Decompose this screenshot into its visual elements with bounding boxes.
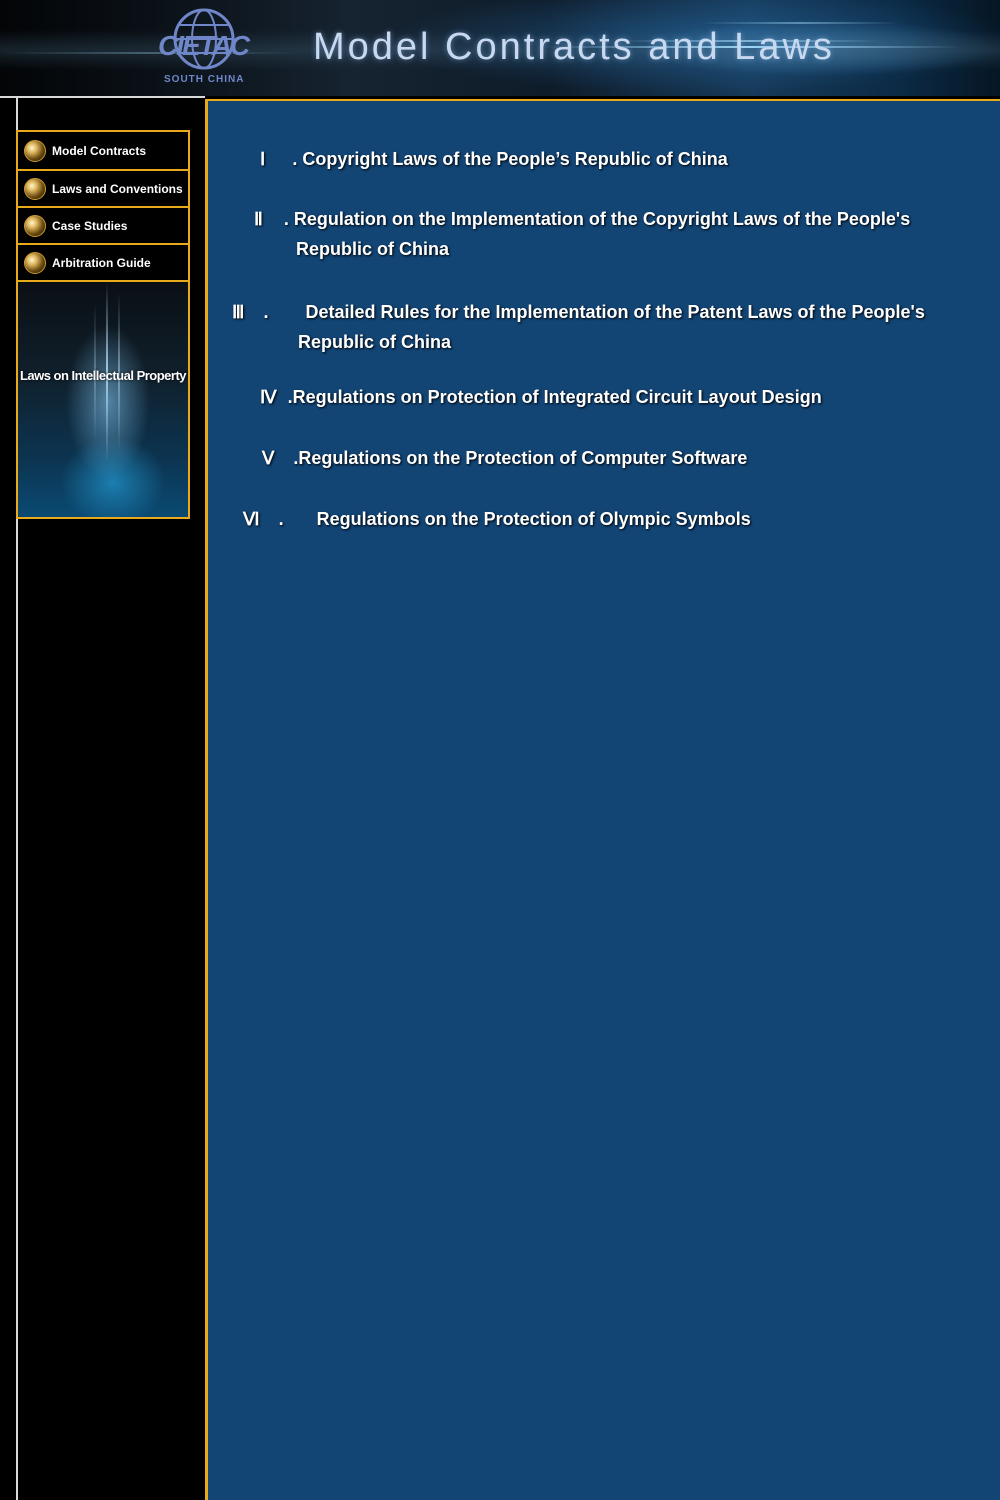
sidebar-item-label: Model Contracts [52,143,147,158]
law-separator: . [292,149,298,169]
light-streak [700,22,900,24]
law-separator: . [283,209,289,229]
law-link-copyright-implementation[interactable]: Ⅱ . Regulation on the Implementation of … [254,204,910,264]
law-number: Ⅳ [260,387,277,407]
logo-text: CIETAC [158,30,250,61]
law-link-copyright-laws[interactable]: Ⅰ . Copyright Laws of the People’s Repub… [260,144,728,174]
bullet-ball-icon [24,214,46,237]
sidebar-top-rule [0,96,205,98]
site-header: CIETAC SOUTH CHINA Model Contracts and L… [0,0,1000,96]
sidebar-item-laws-and-conventions[interactable]: Laws and Conventions [18,171,188,208]
sidebar-item-arbitration-guide[interactable]: Arbitration Guide [18,245,188,282]
content-panel: Ⅰ . Copyright Laws of the People’s Repub… [205,99,1000,1500]
law-link-olympic-symbols[interactable]: Ⅵ . Regulations on the Protection of Oly… [243,504,751,534]
light-streak [0,52,300,54]
law-title: Regulations on the Protection of Olympic… [316,509,751,529]
page-title: Model Contracts and Laws [313,26,835,68]
law-number: Ⅲ [232,302,245,322]
bullet-ball-icon [24,139,46,162]
sidebar-item-label: Arbitration Guide [52,255,151,270]
banner-label: Laws on Intellectual Property [19,368,187,383]
ip-laws-banner[interactable]: Laws on Intellectual Property [18,282,188,517]
law-link-computer-software[interactable]: Ⅴ .Regulations on the Protection of Comp… [262,443,747,473]
sidebar-item-label: Laws and Conventions [52,181,183,196]
law-link-patent-rules[interactable]: Ⅲ . Detailed Rules for the Implementatio… [232,297,925,357]
law-link-ic-layout-design[interactable]: Ⅳ .Regulations on Protection of Integrat… [260,382,822,412]
law-separator: . [278,509,284,529]
sidebar-item-model-contracts[interactable]: Model Contracts [18,132,188,171]
logo-subtitle: SOUTH CHINA [164,74,245,85]
law-title: Regulations on Protection of Integrated … [292,387,822,407]
law-title: Detailed Rules for the Implementation of… [305,302,925,322]
sidebar-item-label: Case Studies [52,218,128,233]
law-title-continued: Republic of China [296,239,449,259]
sidebar-item-case-studies[interactable]: Case Studies [18,208,188,245]
law-title: Regulations on the Protection of Compute… [298,448,748,468]
law-number: Ⅴ [262,448,275,468]
law-number: Ⅰ [260,149,266,169]
law-title: Copyright Laws of the People’s Republic … [302,149,728,169]
law-number: Ⅵ [243,509,260,529]
law-number: Ⅱ [254,209,263,229]
cietac-logo[interactable]: CIETAC SOUTH CHINA [152,8,252,88]
law-title-continued: Republic of China [298,332,451,352]
law-separator: . [263,302,269,322]
bullet-ball-icon [24,251,46,274]
sidebar-nav: Model Contracts Laws and Conventions Cas… [16,130,190,519]
bullet-ball-icon [24,177,46,200]
law-title: Regulation on the Implementation of the … [293,209,911,229]
